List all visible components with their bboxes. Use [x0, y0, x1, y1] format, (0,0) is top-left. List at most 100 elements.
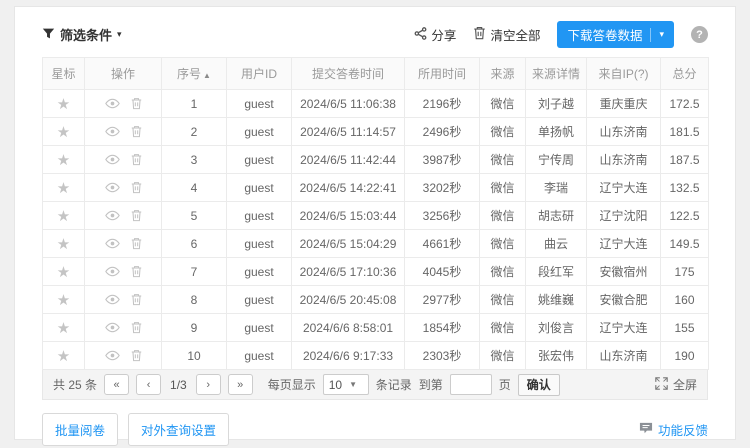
cell-source: 微信	[480, 174, 526, 202]
delete-icon[interactable]	[131, 97, 142, 110]
cell-submit-time: 2024/6/5 15:03:44	[292, 202, 405, 230]
table-row: ★ 9 guest 2024/6/6 8:58:01 1854秒 微信 刘俊言 …	[43, 314, 709, 342]
download-data-button[interactable]: 下载答卷数据 ▾	[557, 21, 674, 48]
table-row: ★ 5 guest 2024/6/5 15:03:44 3256秒 微信 胡志研…	[43, 202, 709, 230]
cell-source-detail: 宁传周	[526, 146, 587, 174]
star-icon[interactable]: ★	[57, 320, 70, 337]
star-icon[interactable]: ★	[57, 208, 70, 225]
download-data-label: 下载答卷数据	[567, 25, 642, 44]
toolbar: 筛选条件 ▾ 分享 清空全部 下载答卷数据 ▾ ?	[42, 21, 708, 48]
cell-duration: 2196秒	[405, 90, 480, 118]
cell-source-detail: 刘子越	[526, 90, 587, 118]
star-icon[interactable]: ★	[57, 236, 70, 253]
col-submit-time: 提交答卷时间	[292, 58, 405, 90]
cell-score: 132.5	[661, 174, 709, 202]
star-icon[interactable]: ★	[57, 180, 70, 197]
bottom-actions: 批量阅卷 对外查询设置 功能反馈	[42, 413, 708, 446]
cell-userid: guest	[227, 314, 292, 342]
col-source-detail: 来源详情	[526, 58, 587, 90]
fullscreen-button[interactable]: 全屏	[655, 376, 697, 393]
delete-icon[interactable]	[131, 125, 142, 138]
cell-ip: 安徽宿州	[587, 258, 661, 286]
confirm-button[interactable]: 确认	[518, 374, 560, 396]
cell-userid: guest	[227, 90, 292, 118]
cell-userid: guest	[227, 230, 292, 258]
view-icon[interactable]	[105, 182, 120, 193]
view-icon[interactable]	[105, 98, 120, 109]
view-icon[interactable]	[105, 126, 120, 137]
delete-icon[interactable]	[131, 181, 142, 194]
view-icon[interactable]	[105, 266, 120, 277]
cell-ip: 辽宁大连	[587, 230, 661, 258]
goto-page-input[interactable]	[450, 374, 492, 395]
clear-all-label: 清空全部	[490, 25, 540, 44]
cell-source: 微信	[480, 118, 526, 146]
cell-source-detail: 张宏伟	[526, 342, 587, 370]
cell-submit-time: 2024/6/5 11:14:57	[292, 118, 405, 146]
cell-source-detail: 单扬帆	[526, 118, 587, 146]
button-divider	[650, 28, 651, 42]
cell-serial: 8	[162, 286, 227, 314]
filter-icon	[42, 27, 55, 43]
view-icon[interactable]	[105, 154, 120, 165]
share-button[interactable]: 分享	[414, 25, 456, 44]
table-row: ★ 10 guest 2024/6/6 9:17:33 2303秒 微信 张宏伟…	[43, 342, 709, 370]
cell-ip: 辽宁大连	[587, 174, 661, 202]
cell-submit-time: 2024/6/6 9:17:33	[292, 342, 405, 370]
col-source: 来源	[480, 58, 526, 90]
cell-source-detail: 曲云	[526, 230, 587, 258]
current-page: 1/3	[170, 378, 187, 392]
batch-review-button[interactable]: 批量阅卷	[42, 413, 118, 446]
delete-icon[interactable]	[131, 321, 142, 334]
table-row: ★ 1 guest 2024/6/5 11:06:38 2196秒 微信 刘子越…	[43, 90, 709, 118]
star-icon[interactable]: ★	[57, 124, 70, 141]
col-score: 总分	[661, 58, 709, 90]
cell-duration: 2977秒	[405, 286, 480, 314]
view-icon[interactable]	[105, 238, 120, 249]
view-icon[interactable]	[105, 322, 120, 333]
prev-page-button[interactable]: ‹	[136, 374, 161, 395]
feedback-link[interactable]: 功能反馈	[639, 420, 708, 439]
download-caret-icon[interactable]: ▾	[659, 29, 664, 40]
star-icon[interactable]: ★	[57, 152, 70, 169]
star-icon[interactable]: ★	[57, 264, 70, 281]
per-page-select[interactable]: 10 ▼	[323, 374, 369, 395]
cell-score: 149.5	[661, 230, 709, 258]
cell-serial: 9	[162, 314, 227, 342]
delete-icon[interactable]	[131, 153, 142, 166]
table-row: ★ 3 guest 2024/6/5 11:42:44 3987秒 微信 宁传周…	[43, 146, 709, 174]
cell-source: 微信	[480, 230, 526, 258]
external-query-settings-button[interactable]: 对外查询设置	[128, 413, 229, 446]
view-icon[interactable]	[105, 210, 120, 221]
help-icon[interactable]: ?	[691, 26, 708, 43]
delete-icon[interactable]	[131, 265, 142, 278]
delete-icon[interactable]	[131, 209, 142, 222]
cell-score: 187.5	[661, 146, 709, 174]
total-count: 共 25 条	[53, 376, 97, 393]
cell-duration: 2496秒	[405, 118, 480, 146]
delete-icon[interactable]	[131, 293, 142, 306]
star-icon[interactable]: ★	[57, 348, 70, 365]
cell-submit-time: 2024/6/5 20:45:08	[292, 286, 405, 314]
delete-icon[interactable]	[131, 349, 142, 362]
first-page-button[interactable]: «	[104, 374, 129, 395]
per-page-label: 每页显示	[268, 376, 316, 393]
star-icon[interactable]: ★	[57, 292, 70, 309]
cell-source-detail: 段红军	[526, 258, 587, 286]
view-icon[interactable]	[105, 350, 120, 361]
cell-duration: 3256秒	[405, 202, 480, 230]
col-serial[interactable]: 序号▲	[162, 58, 227, 90]
delete-icon[interactable]	[131, 237, 142, 250]
filter-dropdown[interactable]: 筛选条件 ▾	[42, 25, 122, 44]
view-icon[interactable]	[105, 294, 120, 305]
sort-asc-icon[interactable]: ▲	[203, 71, 211, 80]
last-page-button[interactable]: »	[228, 374, 253, 395]
goto-label: 到第	[419, 376, 443, 393]
cell-duration: 4661秒	[405, 230, 480, 258]
cell-ip: 山东济南	[587, 342, 661, 370]
cell-score: 172.5	[661, 90, 709, 118]
clear-all-button[interactable]: 清空全部	[473, 25, 540, 44]
next-page-button[interactable]: ›	[196, 374, 221, 395]
cell-score: 160	[661, 286, 709, 314]
star-icon[interactable]: ★	[57, 96, 70, 113]
